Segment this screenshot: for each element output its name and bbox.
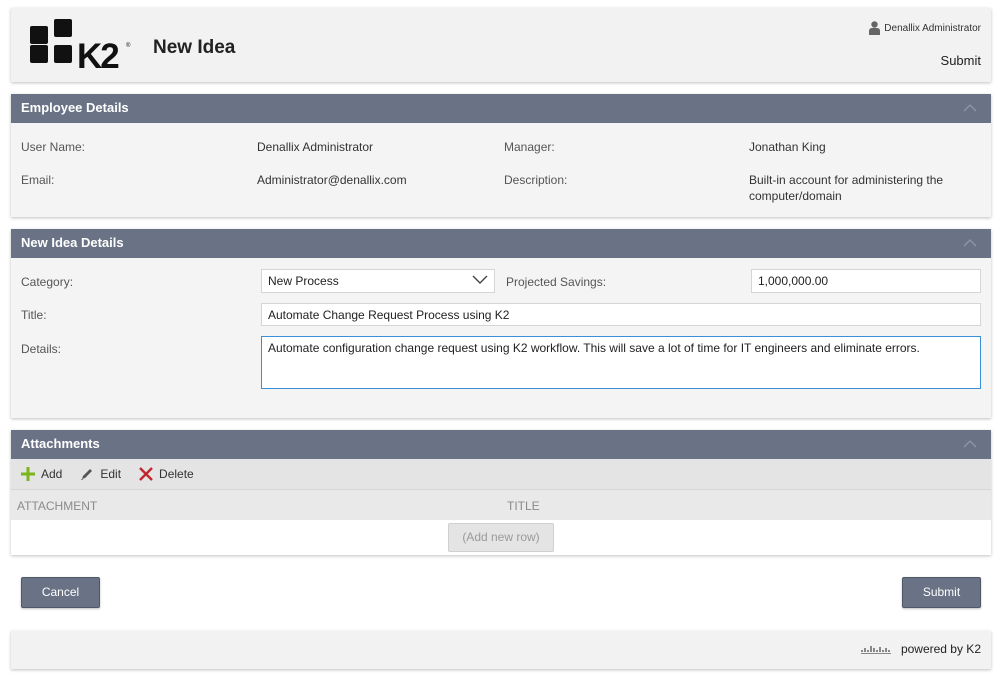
description-label: Description: bbox=[504, 173, 568, 187]
category-value: New Process bbox=[268, 274, 339, 288]
projected-savings-label: Projected Savings: bbox=[506, 275, 607, 289]
page-footer: powered by K2 bbox=[11, 631, 991, 669]
add-new-row-button[interactable]: (Add new row) bbox=[448, 523, 554, 552]
title-label: Title: bbox=[21, 308, 47, 322]
description-value-line2: computer/domain bbox=[749, 189, 842, 203]
page-title: New Idea bbox=[153, 37, 236, 58]
k2-footer-logo bbox=[860, 646, 891, 654]
employee-details-section: Employee Details User Name: Denallix Adm… bbox=[11, 94, 991, 217]
user-info: Denallix Administrator bbox=[869, 21, 981, 35]
user-name-value: Denallix Administrator bbox=[257, 140, 374, 154]
powered-by: powered by K2 bbox=[860, 642, 981, 656]
attachments-toolbar: Add Edit Delete bbox=[11, 459, 991, 490]
details-label: Details: bbox=[21, 342, 62, 356]
user-name: Denallix Administrator bbox=[884, 22, 981, 34]
manager-label: Manager: bbox=[504, 140, 555, 154]
section-title: New Idea Details bbox=[21, 235, 124, 250]
delete-label: Delete bbox=[159, 467, 194, 481]
user-name-label: User Name: bbox=[21, 140, 86, 154]
collapse-icon[interactable] bbox=[963, 440, 977, 448]
title-input[interactable]: Automate Change Request Process using K2 bbox=[261, 303, 981, 326]
details-value: Automate configuration change request us… bbox=[268, 341, 920, 355]
email-value: Administrator@denallix.com bbox=[257, 173, 407, 187]
projected-savings-value: 1,000,000.00 bbox=[758, 274, 829, 288]
edit-button[interactable]: Edit bbox=[80, 467, 121, 481]
page-header: K2 ® New Idea Denallix Administrator Sub… bbox=[11, 8, 991, 82]
delete-button[interactable]: Delete bbox=[139, 467, 194, 481]
new-idea-header[interactable]: New Idea Details bbox=[11, 229, 991, 258]
category-label: Category: bbox=[21, 275, 74, 289]
description-value-line1: Built-in account for administering the bbox=[749, 173, 944, 187]
submit-button[interactable]: Submit bbox=[902, 577, 981, 608]
title-value: Automate Change Request Process using K2 bbox=[268, 308, 510, 322]
manager-value: Jonathan King bbox=[749, 140, 826, 154]
employee-details-header[interactable]: Employee Details bbox=[11, 94, 991, 123]
details-textarea[interactable]: Automate configuration change request us… bbox=[261, 336, 981, 389]
logo-text: K2 bbox=[77, 37, 120, 76]
attachments-header[interactable]: Attachments bbox=[11, 430, 991, 459]
header-submit-button[interactable]: Submit bbox=[941, 53, 981, 68]
attachments-grid-header: ATTACHMENT TITLE bbox=[11, 490, 991, 520]
edit-label: Edit bbox=[100, 467, 122, 481]
add-icon bbox=[21, 467, 35, 481]
section-title: Attachments bbox=[21, 436, 100, 451]
delete-icon bbox=[139, 467, 153, 481]
cancel-button[interactable]: Cancel bbox=[21, 577, 100, 608]
projected-savings-input[interactable]: 1,000,000.00 bbox=[751, 269, 981, 293]
category-select[interactable]: New Process bbox=[261, 269, 495, 293]
column-attachment[interactable]: ATTACHMENT bbox=[17, 499, 97, 513]
k2-logo: K2 ® bbox=[30, 19, 134, 75]
new-idea-section: New Idea Details Category: New Process P… bbox=[11, 229, 991, 418]
attachments-section: Attachments Add Edit Delete ATTACHMENT T… bbox=[11, 430, 991, 555]
edit-icon bbox=[81, 469, 93, 480]
collapse-icon[interactable] bbox=[963, 104, 977, 112]
collapse-icon[interactable] bbox=[963, 239, 977, 247]
section-title: Employee Details bbox=[21, 100, 129, 115]
column-title[interactable]: TITLE bbox=[507, 499, 540, 513]
add-label: Add bbox=[41, 467, 63, 481]
chevron-down-icon[interactable] bbox=[472, 275, 488, 285]
powered-by-text: powered by K2 bbox=[900, 642, 981, 656]
email-label: Email: bbox=[21, 173, 55, 187]
user-icon bbox=[869, 21, 881, 35]
add-button[interactable]: Add bbox=[21, 467, 62, 481]
